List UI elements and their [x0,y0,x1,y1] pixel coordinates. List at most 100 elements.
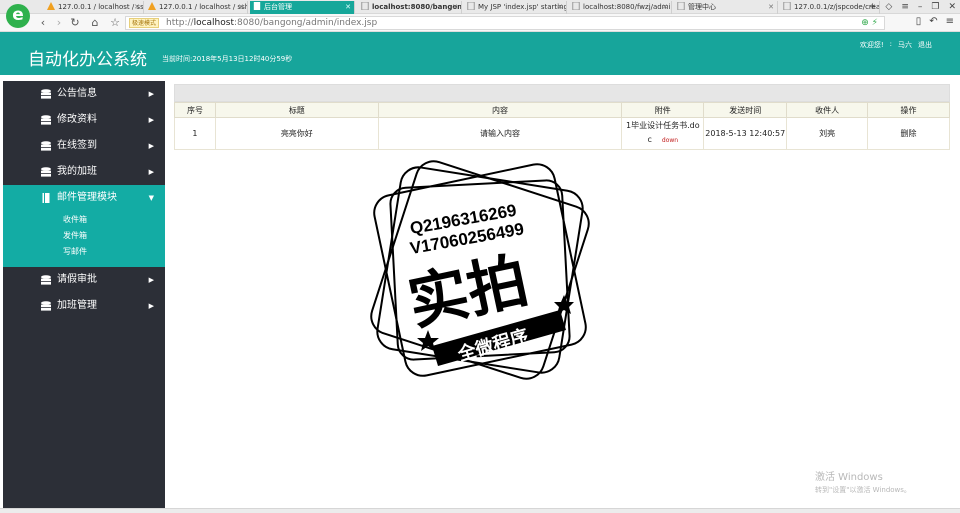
chevron-right-icon: ▶ [148,302,154,310]
download-link[interactable]: down [662,137,678,144]
database-icon [41,89,51,99]
close-icon[interactable]: ✕ [662,1,668,13]
browser-statusbar [0,508,960,513]
chevron-right-icon: ▶ [148,142,154,150]
close-icon[interactable]: ✕ [134,1,140,13]
database-icon [41,301,51,311]
col-header-title: 标题 [214,102,379,118]
browser-mode-badge[interactable]: 极速模式 [129,18,160,28]
main-content: 序号 标题 内容 附件 发送时间 收件人 操作 1 亮亮你好 请输入内容 1毕业… [165,81,960,508]
windows-activation-subtitle: 转到"设置"以激活 Windows。 [815,486,911,494]
close-icon[interactable]: ✕ [345,1,351,13]
page-icon [677,2,685,10]
star-icon[interactable]: ☆ [108,16,122,30]
table-row: 1 亮亮你好 请输入内容 1毕业设计任务书.do c down 2018-5-13… [174,117,950,150]
tab-label: 127.0.0.1 / localhost / ssh [159,3,248,11]
cell-sent-time: 2018-5-13 12:40:57 [703,117,788,150]
close-window-icon[interactable]: ✕ [948,2,956,12]
sidebar-item-edit-profile[interactable]: 修改资料 ▶ [3,107,165,133]
col-header-index: 序号 [174,102,216,118]
nav-tools: ▯ ↶ ≡ [916,16,954,27]
new-tab-icon[interactable]: + [869,2,877,12]
cell-index: 1 [174,117,216,150]
page-icon [572,2,580,10]
attachment-filename-tail: c [647,135,652,144]
tab-label: My JSP 'index.jsp' starting [478,3,567,11]
chevron-right-icon: ▶ [148,116,154,124]
database-icon [41,115,51,125]
sidebar-item-overtime-management[interactable]: 加班管理 ▶ [3,293,165,319]
database-icon [41,167,51,177]
col-header-sent-time: 发送时间 [703,102,788,118]
browser-window: 127.0.0.1 / localhost / ssh ✕ 127.0.0.1 … [0,0,960,513]
book-icon [42,193,50,203]
page-icon [253,2,261,10]
menu-icon[interactable]: ≡ [901,2,909,12]
sidebar-item-mail[interactable]: 邮件管理模块 ▼ [3,185,165,211]
tab-7[interactable]: 管理中心 ✕ [674,1,778,14]
tab-label: localhost:8080/fwzj/admin [583,3,672,11]
forward-icon[interactable]: › [52,16,66,30]
current-time: 当前时间:2018年5月13日12时40分59秒 [162,55,293,63]
more-menu-icon[interactable]: ≡ [946,16,954,27]
lightning-icon[interactable]: ⚡ [872,18,878,28]
sidebar-subitem-outbox[interactable]: 发件箱 [3,230,165,246]
tab-6[interactable]: localhost:8080/fwzj/admin ✕ [569,1,672,14]
app-header: 自动化办公系统 当前时间:2018年5月13日12时40分59秒 欢迎您! : … [0,32,960,75]
tab-label: localhost:8080/bangong [372,3,462,11]
tab-5[interactable]: My JSP 'index.jsp' starting ✕ [464,1,567,14]
restore-icon[interactable]: ❐ [931,2,939,12]
col-header-action: 操作 [867,102,950,118]
tab-admin-active[interactable]: 后台管理 ✕ [250,1,355,14]
cell-attachment: 1毕业设计任务书.do c down [621,117,705,150]
security-ok-icon[interactable]: ⊕ [861,18,869,28]
sidebar-subitem-compose[interactable]: 写邮件 [3,246,165,262]
sidebar-item-checkin[interactable]: 在线签到 ▶ [3,133,165,159]
page-icon [467,2,475,10]
tab-label: 后台管理 [264,3,292,11]
col-header-content: 内容 [377,102,623,118]
close-icon[interactable]: ✕ [238,1,244,13]
welcome-separator: : [889,40,892,48]
windows-activation-notice: 激活 Windows 转到"设置"以激活 Windows。 [815,471,911,495]
close-icon[interactable]: ✕ [557,1,563,13]
sidebar-submenu-mail: 收件箱 发件箱 写邮件 [3,211,165,267]
back-icon[interactable]: ‹ [36,16,50,30]
username: 马六 [898,41,912,49]
windows-activation-title: 激活 Windows [815,472,883,483]
attachment-filename: 1毕业设计任务书.do [626,121,700,130]
tab-1[interactable]: 127.0.0.1 / localhost / ssh ✕ [44,1,144,14]
welcome-text: 欢迎您! [859,41,884,49]
tab-label: 127.0.0.1 / localhost / ssh [58,3,144,11]
user-bar: 欢迎您! : 马六 退出 [860,40,932,50]
shield-icon[interactable]: ◇ [885,2,892,12]
url-text[interactable]: http://localhost:8080/bangong/admin/inde… [166,17,377,30]
phone-icon[interactable]: ▯ [916,16,922,27]
col-header-attachment: 附件 [621,102,705,118]
sidebar-item-leave-approval[interactable]: 请假审批 ▶ [3,267,165,293]
chevron-right-icon: ▶ [148,168,154,176]
tab-4[interactable]: localhost:8080/bangong ✕ [358,1,462,14]
warning-icon [148,2,156,10]
minimize-icon[interactable]: – [918,2,923,12]
address-bar[interactable]: 极速模式 http://localhost:8080/bangong/admin… [125,16,885,30]
browser-logo-icon: e [6,4,30,28]
close-icon[interactable]: ✕ [768,1,774,13]
chevron-right-icon: ▶ [148,276,154,284]
tab-2[interactable]: 127.0.0.1 / localhost / ssh ✕ [145,1,248,14]
sidebar-subitem-inbox[interactable]: 收件箱 [3,214,165,230]
logout-link[interactable]: 退出 [918,40,932,50]
home-icon[interactable]: ⌂ [88,16,102,30]
sidebar-item-announcements[interactable]: 公告信息 ▶ [3,81,165,107]
reload-icon[interactable]: ↻ [68,16,82,30]
sidebar-item-my-overtime[interactable]: 我的加班 ▶ [3,159,165,185]
undo-icon[interactable]: ↶ [929,16,937,27]
table-header-row: 序号 标题 内容 附件 发送时间 收件人 操作 [174,102,950,118]
page-icon [361,2,369,10]
cell-title: 亮亮你好 [214,117,379,150]
tab-label: 管理中心 [688,3,716,11]
delete-button[interactable]: 删除 [867,117,950,150]
page-icon [783,2,791,10]
close-icon[interactable]: ✕ [452,1,458,13]
tab-8[interactable]: 127.0.0.1/z/jspcode/create ✕ [780,1,880,14]
